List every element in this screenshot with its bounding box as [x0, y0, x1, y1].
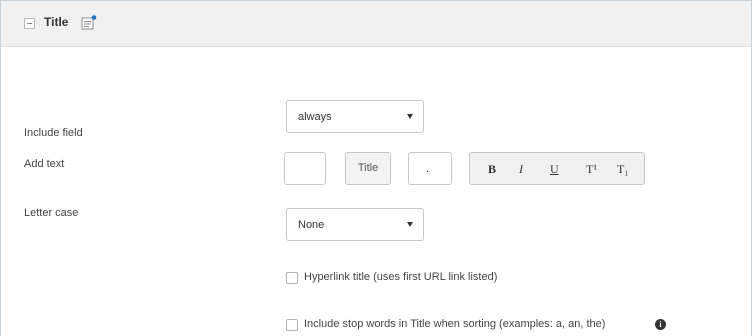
include-field-select[interactable]: always	[286, 100, 424, 133]
section-title: Title	[44, 15, 69, 29]
subscript-button[interactable]: T₁	[617, 162, 629, 177]
prefix-text-input[interactable]	[284, 152, 326, 185]
letter-case-value: None	[298, 219, 325, 231]
underline-button[interactable]: U	[550, 162, 559, 177]
title-token-button[interactable]: Title	[345, 152, 391, 185]
bold-button[interactable]: B	[488, 162, 496, 177]
chevron-down-icon	[407, 114, 413, 119]
include-field-value: always	[298, 111, 332, 123]
section-header: Title	[1, 1, 751, 47]
stop-words-checkbox[interactable]	[286, 319, 298, 331]
hyperlink-checkbox[interactable]	[286, 272, 298, 284]
hyperlink-label[interactable]: Hyperlink title (uses first URL link lis…	[304, 271, 497, 283]
letter-case-label: Letter case	[24, 207, 79, 219]
italic-button[interactable]: I	[519, 162, 523, 177]
collapse-icon[interactable]	[24, 18, 35, 29]
suffix-text-value: .	[426, 163, 430, 175]
stop-words-label[interactable]: Include stop words in Title when sorting…	[304, 318, 605, 330]
info-icon[interactable]: i	[655, 319, 666, 330]
superscript-button[interactable]: T¹	[586, 162, 597, 177]
include-field-label: Include field	[24, 127, 83, 139]
letter-case-select[interactable]: None	[286, 208, 424, 241]
chevron-down-icon	[407, 222, 413, 227]
suffix-text-input[interactable]: .	[408, 152, 452, 185]
format-toolbar: B I U T¹ T₁	[469, 152, 645, 185]
note-icon[interactable]	[81, 15, 97, 30]
add-text-label: Add text	[24, 158, 65, 170]
